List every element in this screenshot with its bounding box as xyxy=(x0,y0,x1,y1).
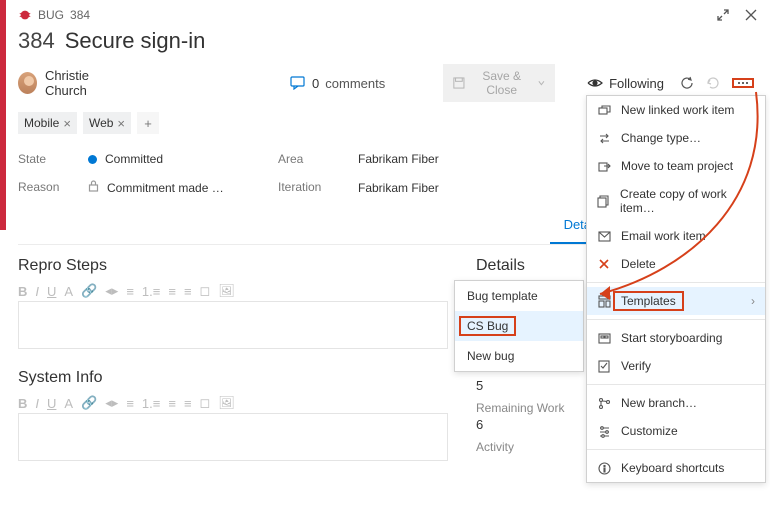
tag-web[interactable]: Web × xyxy=(83,112,131,134)
reason-value[interactable]: Commitment made … xyxy=(88,180,268,195)
ctx-start-storyboarding[interactable]: Start storyboarding xyxy=(587,324,765,352)
ctx-email-work-item[interactable]: Email work item xyxy=(587,222,765,250)
comment-count: 0 xyxy=(312,76,319,91)
ctx-label: Customize xyxy=(621,424,678,438)
refresh-icon[interactable] xyxy=(680,76,694,90)
ctx-label: New linked work item xyxy=(621,103,734,117)
assignee-name[interactable]: Christie Church xyxy=(45,68,122,98)
ctx-label: Move to team project xyxy=(621,159,733,173)
rte-toolbar-2[interactable]: BIU A🔗◂▸ ≡1.≡ ≡≡ ◻🖼 xyxy=(18,395,448,411)
system-info-input[interactable] xyxy=(18,413,448,461)
ctx-customize[interactable]: Customize xyxy=(587,417,765,445)
comments-label: comments xyxy=(325,76,385,91)
keyboard-icon xyxy=(597,462,611,475)
ctx-label: New branch… xyxy=(621,396,697,410)
work-item-id: 384 xyxy=(18,28,55,54)
repro-steps-input[interactable] xyxy=(18,301,448,349)
ctx-create-copy-of-work-item[interactable]: Create copy of work item… xyxy=(587,180,765,222)
avatar[interactable] xyxy=(18,72,37,94)
remove-tag-icon[interactable]: × xyxy=(117,116,125,131)
work-item-type: BUG xyxy=(38,8,64,22)
ctx-label: Keyboard shortcuts xyxy=(621,461,724,475)
ctx-delete[interactable]: Delete xyxy=(587,250,765,278)
menu-separator xyxy=(587,449,765,450)
ctx-label: Email work item xyxy=(621,229,706,243)
submenu-cs-bug[interactable]: CS Bug xyxy=(455,311,583,341)
templates-submenu: Bug template CS Bug New bug xyxy=(454,280,584,372)
remove-tag-icon[interactable]: × xyxy=(63,116,71,131)
ctx-label: Change type… xyxy=(621,131,701,145)
menu-separator xyxy=(587,384,765,385)
ctx-label: Verify xyxy=(621,359,651,373)
work-item-title[interactable]: Secure sign-in xyxy=(65,28,206,54)
section-repro-steps: Repro Steps xyxy=(18,257,448,275)
menu-separator xyxy=(587,282,765,283)
state-dot-icon xyxy=(88,155,97,164)
rte-toolbar[interactable]: BIU A🔗◂▸ ≡1.≡ ≡≡ ◻🖼 xyxy=(18,283,448,299)
expand-icon[interactable] xyxy=(716,8,730,22)
area-label: Area xyxy=(278,152,348,166)
verify-icon xyxy=(597,360,611,373)
follow-button[interactable]: Following xyxy=(609,76,664,91)
iteration-label: Iteration xyxy=(278,180,348,195)
submenu-bug-template[interactable]: Bug template xyxy=(455,281,583,311)
swap-icon xyxy=(597,132,611,145)
ctx-new-branch[interactable]: New branch… xyxy=(587,389,765,417)
template-icon xyxy=(597,295,611,308)
link-icon xyxy=(597,104,611,117)
branch-icon xyxy=(597,397,611,410)
eye-icon xyxy=(587,77,603,89)
mail-icon xyxy=(597,231,611,242)
save-close-button[interactable]: Save & Close xyxy=(443,64,555,102)
area-value[interactable]: Fabrikam Fiber xyxy=(358,152,508,166)
lock-icon xyxy=(88,180,99,195)
comments-button[interactable]: 0 comments xyxy=(290,76,385,91)
ctx-keyboard-shortcuts[interactable]: Keyboard shortcuts xyxy=(587,454,765,482)
add-tag-button[interactable]: + xyxy=(137,112,159,134)
context-menu: New linked work item Change type… Move to … xyxy=(586,95,766,483)
ctx-new-linked-work-item[interactable]: New linked work item xyxy=(587,96,765,124)
ctx-templates[interactable]: Templates › xyxy=(587,287,765,315)
copy-icon xyxy=(597,195,610,208)
more-actions-button[interactable] xyxy=(732,78,754,88)
section-system-info: System Info xyxy=(18,369,448,387)
move-icon xyxy=(597,160,611,173)
tag-mobile[interactable]: Mobile × xyxy=(18,112,77,134)
close-icon[interactable] xyxy=(744,8,758,22)
bug-icon xyxy=(18,8,32,22)
ctx-label: Start storyboarding xyxy=(621,331,722,345)
delete-icon xyxy=(597,258,611,270)
ctx-label: Delete xyxy=(621,257,656,271)
state-value[interactable]: Committed xyxy=(88,152,268,166)
undo-icon[interactable] xyxy=(706,76,720,90)
menu-separator xyxy=(587,319,765,320)
ctx-move-to-team-project[interactable]: Move to team project xyxy=(587,152,765,180)
submenu-new-bug[interactable]: New bug xyxy=(455,341,583,371)
ctx-label: Templates xyxy=(613,291,684,311)
ctx-label: Create copy of work item… xyxy=(620,187,755,215)
state-label: State xyxy=(18,152,78,166)
ctx-change-type[interactable]: Change type… xyxy=(587,124,765,152)
iteration-value[interactable]: Fabrikam Fiber xyxy=(358,180,508,195)
chevron-right-icon: › xyxy=(751,294,755,308)
storyboard-icon xyxy=(597,332,611,345)
ctx-verify[interactable]: Verify xyxy=(587,352,765,380)
customize-icon xyxy=(597,425,611,438)
work-item-id-small: 384 xyxy=(70,8,90,22)
reason-label: Reason xyxy=(18,180,78,195)
